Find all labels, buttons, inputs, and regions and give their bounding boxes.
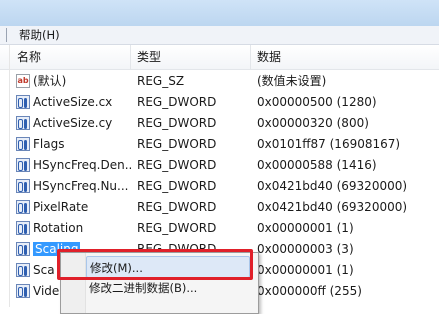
- value-name-cell: HSyncFreq.Den...: [0, 157, 131, 172]
- value-name: HSyncFreq.Nu...: [33, 178, 129, 193]
- value-name: Rotation: [33, 220, 84, 235]
- value-name: ActiveSize.cy: [33, 115, 113, 130]
- registry-value-row[interactable]: PixelRate REG_DWORD 0x0421bd40 (69320000): [0, 196, 439, 217]
- value-type: REG_DWORD: [137, 220, 217, 235]
- value-name: Sca: [33, 262, 55, 277]
- registry-value-row[interactable]: HSyncFreq.Nu... REG_DWORD 0x0421bd40 (6932…: [0, 175, 439, 196]
- value-name-cell: Rotation: [0, 220, 131, 235]
- value-type: REG_DWORD: [137, 136, 217, 151]
- value-name-cell: HSyncFreq.Nu...: [0, 178, 131, 193]
- binary-value-icon: [16, 136, 30, 151]
- value-name: ActiveSize.cx: [33, 94, 113, 109]
- value-data: (数值未设置): [257, 74, 327, 88]
- registry-value-row[interactable]: Flags REG_DWORD 0x0101ff87 (16908167): [0, 133, 439, 154]
- binary-value-icon: [16, 241, 30, 256]
- value-name: PixelRate: [33, 199, 89, 214]
- value-name-cell: Flags: [0, 136, 131, 151]
- column-header-name[interactable]: 名称: [0, 45, 131, 69]
- registry-value-row[interactable]: ActiveSize.cy REG_DWORD 0x00000320 (800): [0, 112, 439, 133]
- value-data: 0x00000320 (800): [257, 115, 369, 130]
- column-header-data[interactable]: 数据: [251, 45, 439, 69]
- value-type: REG_DWORD: [137, 94, 217, 109]
- value-type: REG_DWORD: [137, 199, 217, 214]
- registry-value-row[interactable]: ActiveSize.cx REG_DWORD 0x00000500 (1280): [0, 91, 439, 112]
- value-data: 0x00000001 (1): [257, 262, 354, 277]
- value-name: Vide: [33, 283, 60, 298]
- column-header-type[interactable]: 类型: [131, 45, 251, 69]
- registry-value-row[interactable]: Rotation REG_DWORD 0x00000001 (1): [0, 217, 439, 238]
- binary-value-icon: [16, 157, 30, 172]
- registry-value-row[interactable]: ab (默认) REG_SZ (数值未设置): [0, 70, 439, 91]
- window-titlebar: [0, 0, 439, 26]
- value-name-cell: ab (默认): [0, 72, 131, 89]
- value-name: HSyncFreq.Den...: [33, 157, 131, 172]
- value-data: 0x00000588 (1416): [257, 157, 377, 172]
- value-type: REG_DWORD: [137, 157, 217, 172]
- value-name-cell: ActiveSize.cx: [0, 94, 131, 109]
- value-name: Flags: [33, 136, 65, 151]
- value-data: 0x00000003 (3): [257, 241, 354, 256]
- context-menu-item-modify-binary[interactable]: 修改二进制数据(B)...: [86, 277, 253, 299]
- binary-value-icon: [16, 94, 30, 109]
- menu-item-help[interactable]: 帮助(H): [13, 27, 66, 43]
- value-data: 0x00000500 (1280): [257, 94, 377, 109]
- value-name-cell: ActiveSize.cy: [0, 115, 131, 130]
- binary-value-icon: [16, 262, 30, 277]
- value-type: REG_SZ: [137, 73, 185, 88]
- menu-bar: 帮助(H): [0, 26, 439, 45]
- value-data: 0x0421bd40 (69320000): [257, 199, 408, 214]
- value-data: 0x0421bd40 (69320000): [257, 178, 408, 193]
- list-header: 名称 类型 数据: [0, 45, 439, 70]
- string-value-icon: ab: [16, 73, 30, 88]
- highlight-annotation: [57, 249, 253, 280]
- value-data: 0x000000ff (255): [257, 283, 362, 298]
- binary-value-icon: [16, 283, 30, 298]
- registry-value-row[interactable]: HSyncFreq.Den... REG_DWORD 0x00000588 (141…: [0, 154, 439, 175]
- value-data: 0x00000001 (1): [257, 220, 354, 235]
- binary-value-icon: [16, 199, 30, 214]
- value-name: (默认): [33, 74, 67, 88]
- binary-value-icon: [16, 178, 30, 193]
- menu-bar-separator: [0, 28, 7, 42]
- value-type: REG_DWORD: [137, 115, 217, 130]
- value-name-cell: PixelRate: [0, 199, 131, 214]
- value-data: 0x0101ff87 (16908167): [257, 136, 401, 151]
- value-type: REG_DWORD: [137, 178, 217, 193]
- binary-value-icon: [16, 115, 30, 130]
- binary-value-icon: [16, 220, 30, 235]
